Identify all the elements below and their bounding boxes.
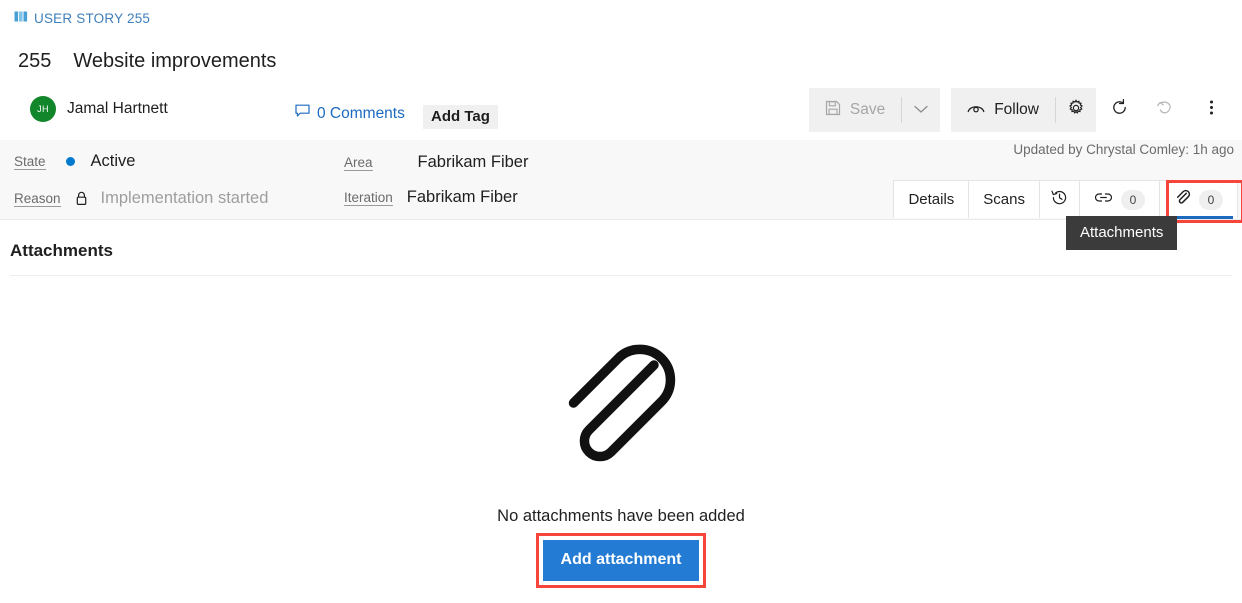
field-area[interactable]: Area Fabrikam Fiber [344,153,528,172]
lock-icon [75,191,88,206]
chevron-down-icon [914,101,928,119]
user-story-icon [14,10,28,26]
save-button-group: Save [808,88,941,132]
more-actions-button[interactable] [1188,88,1234,132]
work-item-id: 255 [18,50,52,72]
field-state-value: Active [90,152,136,170]
work-item-title-row: 255 Website improvements [18,50,276,73]
add-attachment-button[interactable]: Add attachment [542,540,700,581]
attachments-empty-state: No attachments have been added Add attac… [0,320,1242,588]
more-vertical-icon [1209,98,1214,122]
paperclip-icon [1174,189,1191,210]
field-state-label: State [14,153,46,170]
tab-scans-label: Scans [983,191,1025,208]
work-item-tabs: Details Scans 0 0 [893,180,1238,219]
work-item-type: USER STORY 255 [14,10,150,26]
tab-links[interactable]: 0 [1080,181,1160,218]
work-item-title[interactable]: Website improvements [73,50,276,73]
add-tag-button[interactable]: Add Tag [423,105,498,129]
save-dropdown-button[interactable] [902,88,940,132]
work-item-header: USER STORY 255 255 Website improvements … [0,0,1242,140]
refresh-icon [1110,98,1129,122]
link-icon [1094,191,1113,208]
field-iteration-value: Fabrikam Fiber [406,188,518,206]
follow-button-label: Follow [994,101,1039,118]
assigned-to-name: Jamal Hartnett [67,100,168,117]
follow-button[interactable]: Follow [951,88,1055,132]
field-reason[interactable]: Reason Implementation started [14,189,268,208]
updated-by-note: Updated by Chrystal Comley: 1h ago [1013,142,1234,157]
work-item-dialog: USER STORY 255 255 Website improvements … [0,0,1242,603]
tab-scans[interactable]: Scans [969,181,1040,218]
work-item-type-label: USER STORY 255 [34,10,151,26]
attachments-tooltip: Attachments [1066,216,1178,250]
field-area-label: Area [344,154,373,171]
settings-button[interactable] [1056,88,1096,132]
field-reason-label: Reason [14,190,61,207]
section-divider [10,275,1232,276]
add-attachment-wrapper: Add attachment [535,533,707,588]
empty-state-message: No attachments have been added [497,507,745,525]
field-iteration-label: Iteration [344,189,393,206]
tab-attachments[interactable]: 0 [1160,181,1237,219]
follow-button-group: Follow [951,88,1096,132]
gear-icon [1067,98,1085,122]
save-disk-icon [825,100,841,121]
undo-button[interactable] [1142,88,1188,132]
refresh-button[interactable] [1096,88,1142,132]
tab-attachments-count: 0 [1199,189,1223,210]
state-color-dot [65,157,75,166]
comment-icon [295,104,310,123]
field-reason-value: Implementation started [100,189,269,207]
save-button-label: Save [849,101,886,118]
comments-count-label: 0 Comments [317,104,405,122]
comments-link[interactable]: 0 Comments [295,104,405,123]
undo-icon [1156,98,1175,122]
avatar: JH [30,96,56,122]
work-item-toolbar: Save Follow [808,88,1234,132]
tab-links-count: 0 [1121,189,1145,210]
tab-details-label: Details [908,191,955,208]
paperclip-large-icon [551,320,691,485]
history-icon [1051,189,1068,210]
tab-details[interactable]: Details [894,181,970,218]
eye-icon [967,101,985,119]
tab-history[interactable] [1040,181,1080,218]
save-button[interactable]: Save [809,88,901,132]
field-iteration[interactable]: Iteration Fabrikam Fiber [344,188,518,207]
field-state[interactable]: State Active [14,152,135,171]
field-area-value: Fabrikam Fiber [417,153,529,171]
section-title: Attachments [10,241,113,260]
assigned-to-row[interactable]: JH Jamal Hartnett [30,96,168,122]
